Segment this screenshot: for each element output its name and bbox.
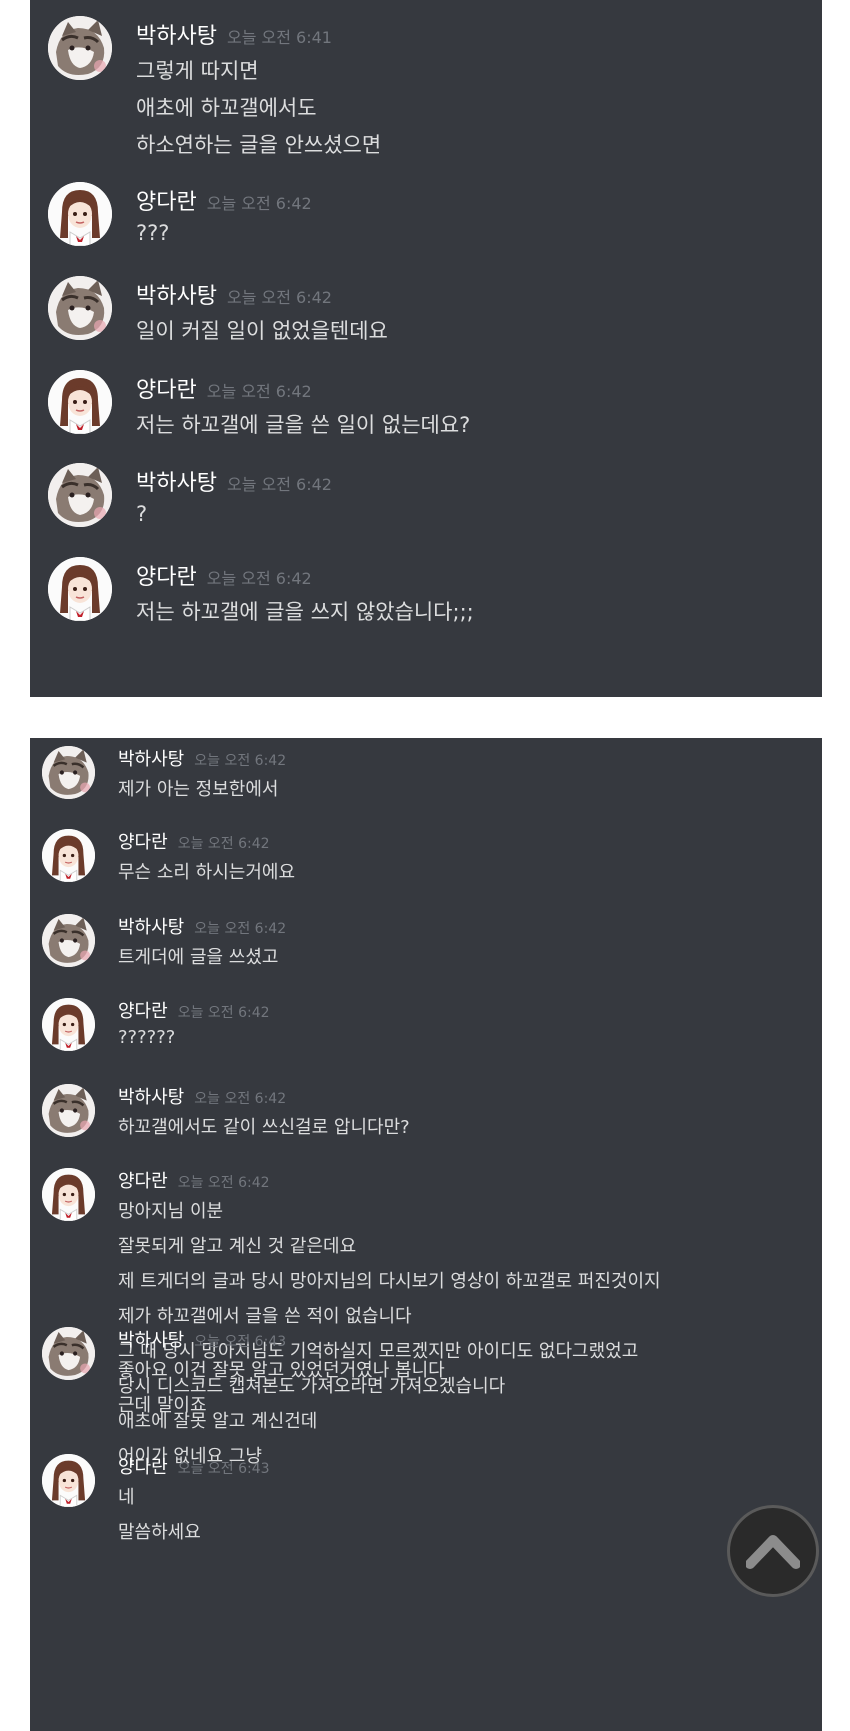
message-text: 제가 하꼬갤에서 글을 쓴 적이 없습니다	[118, 1306, 412, 1327]
cat-avatar[interactable]	[42, 1084, 95, 1137]
cat-avatar[interactable]	[48, 463, 112, 527]
timestamp: 오늘 오전 6:42	[194, 1091, 287, 1107]
author-name[interactable]: 박하사탕	[118, 1087, 184, 1108]
author-name[interactable]: 양다란	[118, 832, 168, 853]
message-text: 트게더에 글을 쓰셨고	[118, 947, 279, 968]
message-text: 하꼬갤에서도 같이 쓰신걸로 압니다만?	[118, 1117, 410, 1138]
author-name[interactable]: 박하사탕	[136, 284, 217, 309]
author-name[interactable]: 양다란	[136, 378, 197, 403]
message-header: 박하사탕 오늘 오전 6:42	[118, 913, 286, 939]
message-text: 일이 커질 일이 없었을텐데요	[136, 319, 388, 343]
message-text: ??????	[118, 1027, 176, 1048]
message-header: 양다란 오늘 오전 6:42	[118, 997, 270, 1023]
girl-avatar[interactable]	[48, 182, 112, 246]
girl-avatar[interactable]	[48, 370, 112, 434]
message-header: 양다란 오늘 오전 6:43	[118, 1453, 270, 1479]
message-text: 저는 하꼬갤에 글을 쓰지 않았습니다;;;	[136, 600, 474, 624]
message-text: 근데 말이죠	[118, 1395, 207, 1416]
timestamp: 오늘 오전 6:42	[226, 288, 332, 307]
cat-avatar[interactable]	[48, 16, 112, 80]
author-name[interactable]: 양다란	[136, 565, 197, 590]
timestamp: 오늘 오전 6:42	[206, 569, 312, 588]
girl-avatar[interactable]	[42, 1454, 95, 1507]
timestamp: 오늘 오전 6:41	[226, 28, 332, 47]
author-name[interactable]: 양다란	[118, 1171, 168, 1192]
girl-avatar[interactable]	[42, 829, 95, 882]
message-header: 양다란 오늘 오전 6:42	[136, 372, 312, 404]
author-name[interactable]: 박하사탕	[118, 749, 184, 770]
message-header: 양다란 오늘 오전 6:42	[136, 559, 312, 591]
message-text: 하소연하는 글을 안쓰셨으면	[136, 133, 382, 157]
chevron-up-icon	[746, 1535, 800, 1569]
message-text: 좋아요 이건 잘못 알고 있었던거였나 봅니다	[118, 1360, 445, 1381]
timestamp: 오늘 오전 6:42	[206, 194, 312, 213]
cat-avatar[interactable]	[48, 276, 112, 340]
scroll-to-top-button[interactable]	[727, 1505, 819, 1597]
author-name[interactable]: 박하사탕	[118, 1330, 184, 1351]
timestamp: 오늘 오전 6:42	[194, 753, 287, 769]
message-header: 박하사탕 오늘 오전 6:42	[118, 1083, 286, 1109]
author-name[interactable]: 양다란	[118, 1457, 168, 1478]
message-header: 박하사탕 오늘 오전 6:42	[136, 278, 332, 310]
timestamp: 오늘 오전 6:42	[194, 921, 287, 937]
message-header: 박하사탕 오늘 오전 6:42	[118, 745, 286, 771]
message-text: 잘못되게 알고 계신 것 같은데요	[118, 1236, 357, 1257]
cat-avatar[interactable]	[42, 1327, 95, 1380]
message-header: 박하사탕 오늘 오전 6:43	[118, 1326, 286, 1352]
girl-avatar[interactable]	[42, 998, 95, 1051]
chat-panel-1: 박하사탕 오늘 오전 6:41 그렇게 따지면애초에 하꼬갤에서도하소연하는 글을 …	[30, 0, 822, 697]
message-text: 제가 아는 정보한에서	[118, 779, 279, 800]
author-name[interactable]: 박하사탕	[136, 471, 217, 496]
message-header: 양다란 오늘 오전 6:42	[118, 1167, 270, 1193]
girl-avatar[interactable]	[42, 1168, 95, 1221]
timestamp: 오늘 오전 6:42	[206, 382, 312, 401]
message-text: 망아지님 이분	[118, 1201, 224, 1222]
timestamp: 오늘 오전 6:42	[226, 475, 332, 494]
message-text: 말씀하세요	[118, 1522, 201, 1543]
message-header: 양다란 오늘 오전 6:42	[136, 184, 312, 216]
girl-avatar[interactable]	[48, 557, 112, 621]
timestamp: 오늘 오전 6:43	[177, 1461, 270, 1477]
timestamp: 오늘 오전 6:42	[177, 1005, 270, 1021]
message-header: 박하사탕 오늘 오전 6:41	[136, 18, 332, 50]
message-text: ?	[136, 502, 148, 526]
message-header: 박하사탕 오늘 오전 6:42	[136, 465, 332, 497]
author-name[interactable]: 양다란	[118, 1001, 168, 1022]
message-text: 애초에 하꼬갤에서도	[136, 96, 317, 120]
message-text: 네	[118, 1487, 135, 1508]
cat-avatar[interactable]	[42, 746, 95, 799]
message-text: 그렇게 따지면	[136, 59, 259, 83]
message-text: ???	[136, 221, 170, 245]
author-name[interactable]: 박하사탕	[118, 917, 184, 938]
chat-panel-2: 박하사탕 오늘 오전 6:42 제가 아는 정보한에서 양다란 오늘 오전 6:42 무…	[30, 738, 822, 1731]
author-name[interactable]: 양다란	[136, 190, 197, 215]
author-name[interactable]: 박하사탕	[136, 24, 217, 49]
timestamp: 오늘 오전 6:42	[177, 1175, 270, 1191]
message-text: 저는 하꼬갤에 글을 쓴 일이 없는데요?	[136, 413, 471, 437]
timestamp: 오늘 오전 6:43	[194, 1334, 287, 1350]
message-text: 무슨 소리 하시는거에요	[118, 862, 296, 883]
cat-avatar[interactable]	[42, 914, 95, 967]
message-text: 제 트게더의 글과 당시 망아지님의 다시보기 영상이 하꼬갤로 퍼진것이지	[118, 1271, 661, 1292]
message-header: 양다란 오늘 오전 6:42	[118, 828, 270, 854]
timestamp: 오늘 오전 6:42	[177, 836, 270, 852]
